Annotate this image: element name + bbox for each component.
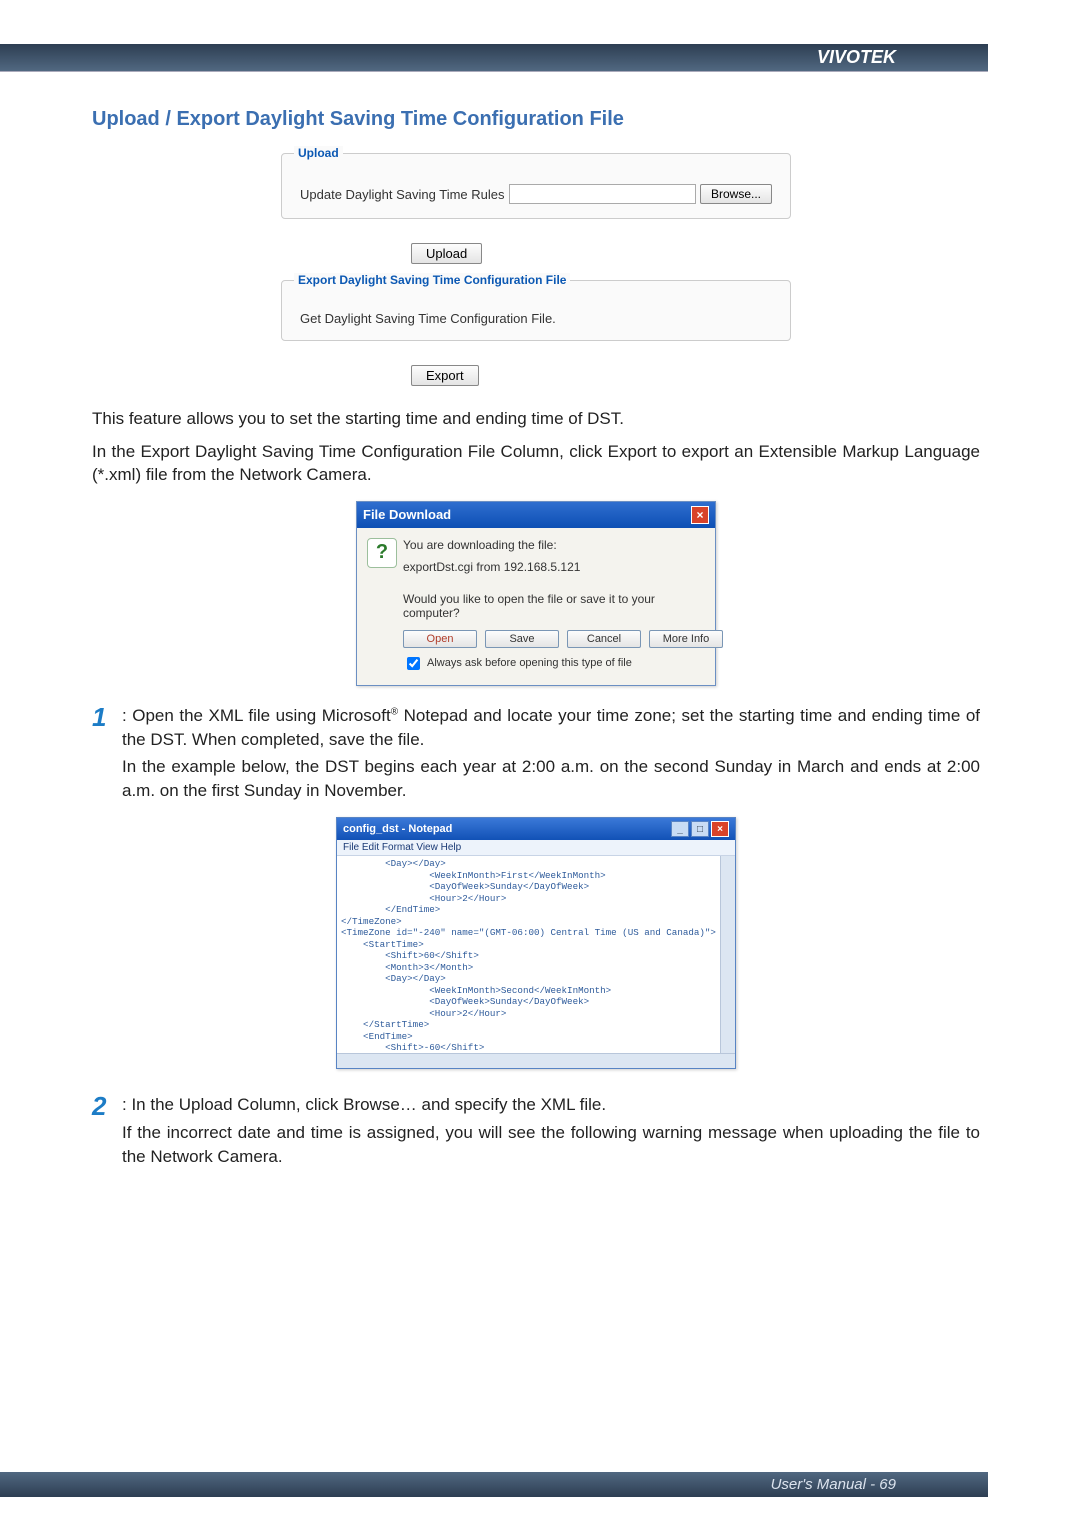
notepad-body-wrap: <Day></Day> <WeekInMonth>First</WeekInMo… bbox=[337, 856, 735, 1068]
export-legend: Export Daylight Saving Time Configuratio… bbox=[294, 273, 570, 287]
dl-line1: You are downloading the file: bbox=[403, 538, 701, 552]
brand-header: VIVOTEK bbox=[0, 44, 988, 72]
export-row: Get Daylight Saving Time Configuration F… bbox=[300, 311, 772, 326]
minimize-icon[interactable]: _ bbox=[671, 821, 689, 837]
step-2-number: 2 bbox=[92, 1093, 114, 1119]
step-2: 2 : In the Upload Column, click Browse… … bbox=[92, 1093, 980, 1168]
feature-desc: This feature allows you to set the start… bbox=[92, 408, 980, 431]
section-title: Upload / Export Daylight Saving Time Con… bbox=[92, 108, 980, 131]
notepad-title-text: config_dst - Notepad bbox=[343, 823, 452, 835]
vertical-scrollbar[interactable] bbox=[720, 856, 735, 1054]
dl-prompt: Would you like to open the file or save … bbox=[403, 592, 701, 620]
upload-legend: Upload bbox=[294, 146, 343, 160]
close-icon[interactable]: × bbox=[691, 506, 709, 524]
page-content: Upload / Export Daylight Saving Time Con… bbox=[92, 108, 980, 1174]
file-download-dialog: File Download × ? You are downloading th… bbox=[356, 501, 716, 686]
page-footer: User's Manual - 69 bbox=[0, 1472, 988, 1497]
upload-row: Update Daylight Saving Time Rules Browse… bbox=[300, 184, 772, 204]
step-2-text: : In the Upload Column, click Browse… an… bbox=[122, 1093, 980, 1168]
step-1-text: : Open the XML file using Microsoft® Not… bbox=[122, 704, 980, 803]
question-icon: ? bbox=[367, 538, 397, 568]
export-button[interactable]: Export bbox=[411, 365, 479, 386]
cancel-button[interactable]: Cancel bbox=[567, 630, 641, 648]
step2-b: If the incorrect date and time is assign… bbox=[122, 1121, 980, 1169]
file-path-input[interactable] bbox=[509, 184, 696, 204]
step-1: 1 : Open the XML file using Microsoft® N… bbox=[92, 704, 980, 803]
maximize-icon[interactable]: □ bbox=[691, 821, 709, 837]
config-panels: Upload Update Daylight Saving Time Rules… bbox=[271, 153, 801, 386]
close-window-icon[interactable]: × bbox=[711, 821, 729, 837]
notepad-window: config_dst - Notepad _ □ × File Edit For… bbox=[336, 817, 736, 1069]
dialog-body: ? You are downloading the file: exportDs… bbox=[357, 528, 715, 685]
moreinfo-button[interactable]: More Info bbox=[649, 630, 723, 648]
export-panel: Export Daylight Saving Time Configuratio… bbox=[281, 280, 791, 341]
notepad-titlebar: config_dst - Notepad _ □ × bbox=[337, 818, 735, 840]
step-1-number: 1 bbox=[92, 704, 114, 730]
horizontal-scrollbar[interactable] bbox=[337, 1053, 735, 1068]
step2-a: In the Upload Column, click Browse… and … bbox=[131, 1095, 606, 1114]
dialog-title-text: File Download bbox=[363, 507, 451, 522]
footer-text: User's Manual - 69 bbox=[771, 1476, 896, 1493]
always-ask-label: Always ask before opening this type of f… bbox=[427, 657, 632, 669]
dialog-titlebar: File Download × bbox=[357, 502, 715, 528]
dl-line2: exportDst.cgi from 192.168.5.121 bbox=[403, 560, 701, 574]
browse-button[interactable]: Browse... bbox=[700, 184, 772, 204]
save-button[interactable]: Save bbox=[485, 630, 559, 648]
upload-panel: Upload Update Daylight Saving Time Rules… bbox=[281, 153, 791, 219]
notepad-content[interactable]: <Day></Day> <WeekInMonth>First</WeekInMo… bbox=[337, 856, 735, 1068]
dialog-buttons: Open Save Cancel More Info bbox=[403, 630, 701, 648]
step1-prefix: Open the XML file using Microsoft bbox=[132, 706, 390, 725]
brand-text: VIVOTEK bbox=[817, 47, 896, 67]
notepad-menubar[interactable]: File Edit Format View Help bbox=[337, 840, 735, 856]
window-buttons: _ □ × bbox=[671, 821, 729, 837]
step1-sub: In the example below, the DST begins eac… bbox=[122, 755, 980, 803]
upload-button[interactable]: Upload bbox=[411, 243, 482, 264]
export-label: Get Daylight Saving Time Configuration F… bbox=[300, 311, 556, 326]
upload-label: Update Daylight Saving Time Rules bbox=[300, 187, 505, 202]
export-desc: In the Export Daylight Saving Time Confi… bbox=[92, 441, 980, 487]
open-button[interactable]: Open bbox=[403, 630, 477, 648]
always-ask-row: Always ask before opening this type of f… bbox=[403, 654, 701, 673]
always-ask-checkbox[interactable] bbox=[407, 657, 420, 670]
